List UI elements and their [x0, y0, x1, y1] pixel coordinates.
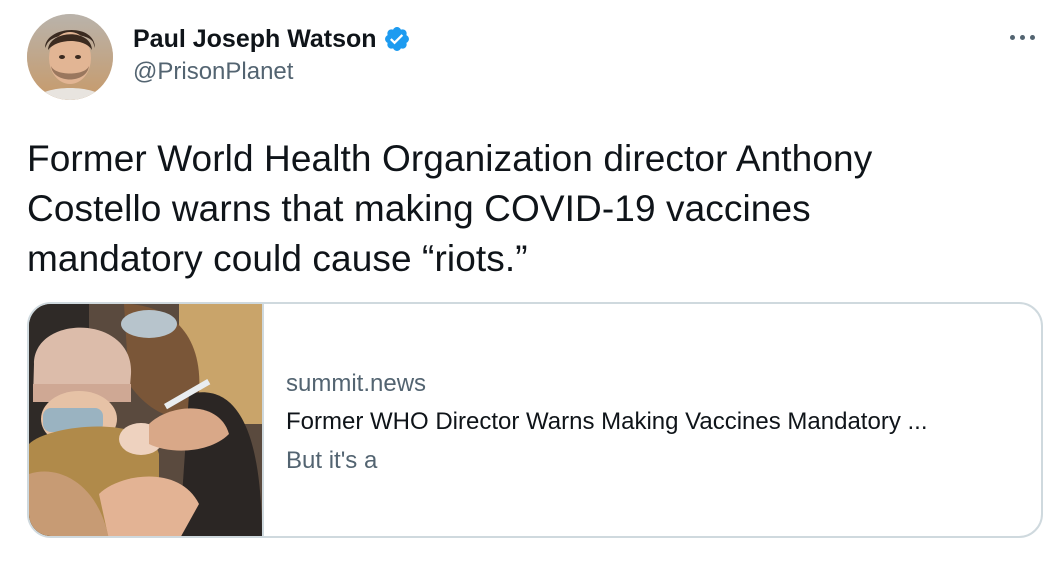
- link-card[interactable]: summit.news Former WHO Director Warns Ma…: [27, 302, 1043, 538]
- more-button[interactable]: [1002, 22, 1042, 52]
- tweet-text-line: Costello warns that making COVID-19 vacc…: [27, 188, 811, 229]
- tweet-text-line: mandatory could cause “riots.”: [27, 238, 528, 279]
- name-row: Paul Joseph Watson: [133, 22, 411, 56]
- tweet-text: Former World Health Organization directo…: [27, 134, 1027, 284]
- display-name[interactable]: Paul Joseph Watson: [133, 25, 377, 54]
- link-card-image[interactable]: [29, 304, 264, 536]
- more-dot: [1019, 34, 1025, 40]
- link-card-title: Former WHO Director Warns Making Vaccine…: [286, 408, 928, 435]
- link-card-description: But it's a: [286, 447, 378, 474]
- handle[interactable]: @PrisonPlanet: [133, 58, 411, 86]
- verified-badge-icon: [383, 25, 411, 53]
- tweet-header: Paul Joseph Watson @PrisonPlanet: [133, 22, 411, 86]
- link-card-domain: summit.news: [286, 370, 427, 397]
- tweet: Paul Joseph Watson @PrisonPlanet Former …: [0, 0, 1064, 562]
- link-card-body: summit.news Former WHO Director Warns Ma…: [264, 304, 927, 536]
- tweet-text-line: Former World Health Organization directo…: [27, 138, 873, 179]
- more-dot: [1029, 34, 1035, 40]
- more-dot: [1009, 34, 1015, 40]
- avatar[interactable]: [27, 14, 113, 100]
